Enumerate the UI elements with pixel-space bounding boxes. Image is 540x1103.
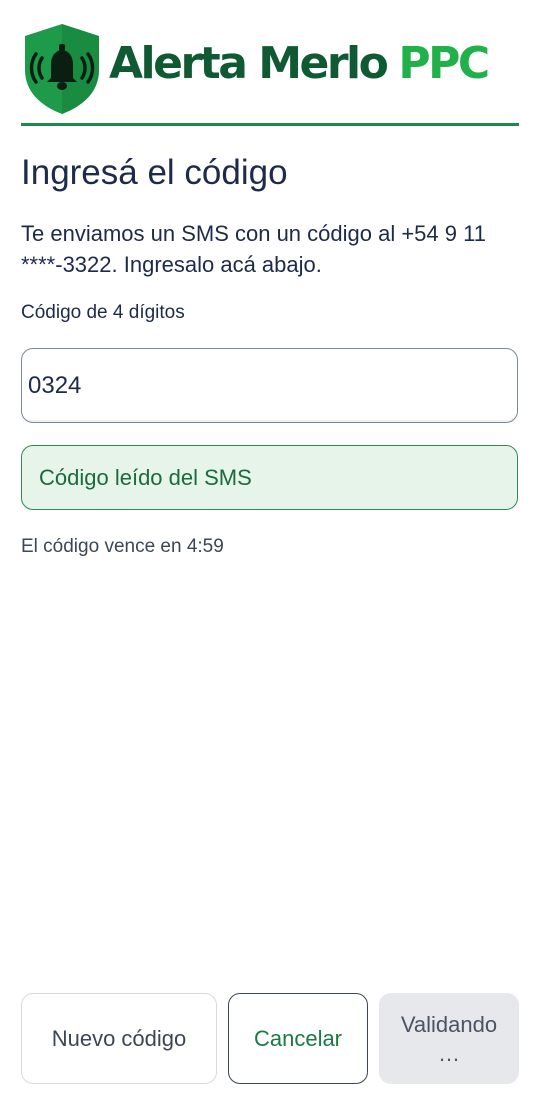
code-field-label: Código de 4 dígitos [21, 302, 185, 323]
verification-code-input[interactable] [21, 348, 518, 423]
brand-name: Alerta Merlo PPC [109, 36, 490, 92]
sms-sent-message: Te enviamos un SMS con un código al +54 … [21, 221, 486, 277]
brand-name-accent: PPC [398, 38, 490, 89]
code-expiry-timer: El código vence en 4:59 [21, 536, 224, 557]
validate-button[interactable]: Validando … [379, 993, 519, 1084]
cancel-button[interactable]: Cancelar [228, 993, 368, 1084]
brand-name-main: Alerta Merlo [109, 38, 389, 89]
app-header: Alerta Merlo PPC [21, 18, 519, 126]
page-title: Ingresá el código [21, 153, 288, 192]
sms-read-status: Código leído del SMS [21, 445, 518, 510]
shield-alarm-bell-icon [25, 24, 99, 114]
new-code-button[interactable]: Nuevo código [21, 993, 217, 1084]
